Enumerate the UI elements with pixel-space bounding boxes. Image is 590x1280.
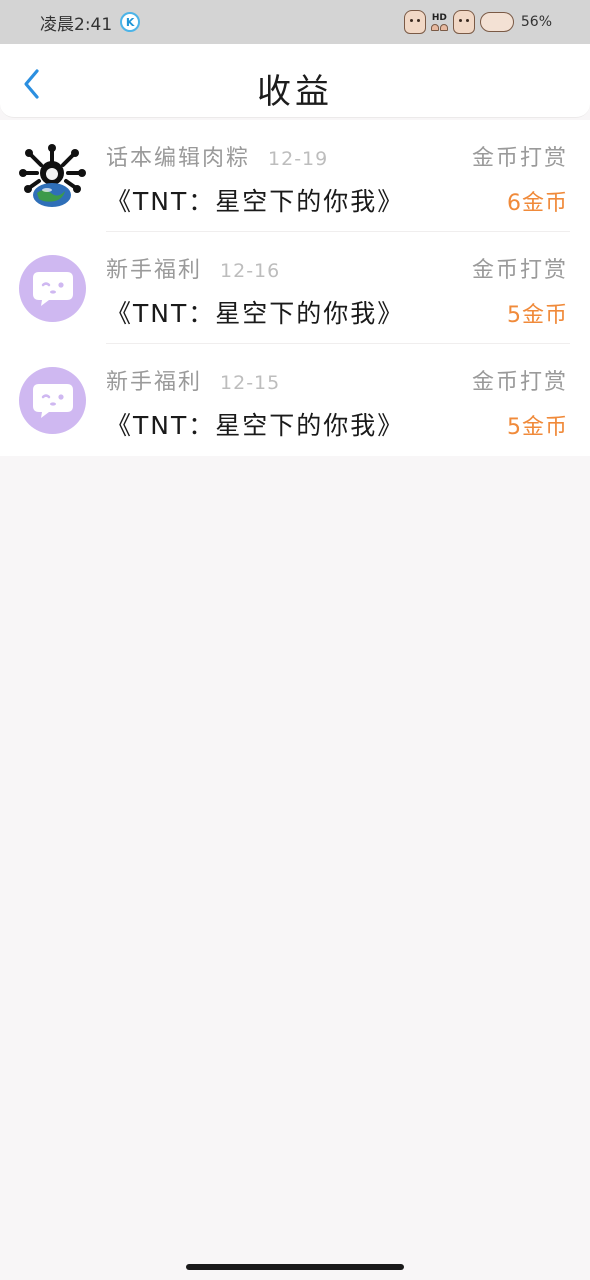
reward-type: 金币打赏 bbox=[471, 258, 568, 283]
earnings-list: 话本编辑肉粽 12-19 金币打赏 《TNT：星空下的你我》 6金币 新手福利 … bbox=[0, 120, 590, 456]
status-time: 凌晨2:41 bbox=[40, 14, 113, 35]
reward-type: 金币打赏 bbox=[471, 370, 568, 395]
signal-icon: HD bbox=[430, 12, 448, 31]
cat-sticker-icon bbox=[403, 10, 426, 34]
reward-date: 12-15 bbox=[220, 372, 281, 394]
reward-source: 新手福利 bbox=[106, 258, 203, 283]
wifi-sticker-icon bbox=[452, 10, 475, 34]
list-item-body: 话本编辑肉粽 12-19 金币打赏 《TNT：星空下的你我》 6金币 bbox=[106, 140, 568, 216]
book-title: 《TNT：星空下的你我》 bbox=[106, 299, 405, 328]
list-item[interactable]: 新手福利 12-16 金币打赏 《TNT：星空下的你我》 5金币 bbox=[0, 232, 590, 344]
chat-bubble-icon bbox=[32, 384, 73, 418]
home-indicator[interactable] bbox=[186, 1264, 404, 1270]
book-title: 《TNT：星空下的你我》 bbox=[106, 187, 405, 216]
status-right: HD 56% bbox=[403, 10, 552, 34]
reward-amount: 5金币 bbox=[507, 415, 568, 440]
battery-level: 56% bbox=[520, 14, 552, 30]
list-item-body: 新手福利 12-15 金币打赏 《TNT：星空下的你我》 5金币 bbox=[106, 364, 568, 440]
app-notification-icon: K bbox=[120, 12, 141, 32]
reward-type: 金币打赏 bbox=[471, 146, 568, 171]
chat-bubble-icon bbox=[32, 272, 73, 306]
list-item-body: 新手福利 12-16 金币打赏 《TNT：星空下的你我》 5金币 bbox=[106, 252, 568, 328]
status-left: 凌晨2:41 K bbox=[40, 10, 141, 35]
page-title: 收益 bbox=[257, 72, 333, 112]
chat-bubble-avatar bbox=[19, 254, 86, 322]
chat-bubble-avatar bbox=[19, 366, 86, 434]
page-header: 收益 bbox=[0, 44, 590, 118]
reward-amount: 5金币 bbox=[507, 303, 568, 328]
reward-amount: 6金币 bbox=[507, 191, 568, 216]
reward-source: 新手福利 bbox=[106, 370, 203, 395]
status-bar: 凌晨2:41 K HD 56% bbox=[0, 0, 590, 44]
planet-avatar-icon bbox=[19, 143, 86, 207]
reward-date: 12-16 bbox=[220, 260, 281, 282]
reward-date: 12-19 bbox=[268, 148, 329, 170]
list-item[interactable]: 话本编辑肉粽 12-19 金币打赏 《TNT：星空下的你我》 6金币 bbox=[0, 120, 590, 232]
book-title: 《TNT：星空下的你我》 bbox=[106, 411, 405, 440]
reward-source: 话本编辑肉粽 bbox=[106, 146, 251, 171]
list-item[interactable]: 新手福利 12-15 金币打赏 《TNT：星空下的你我》 5金币 bbox=[0, 344, 590, 456]
hd-label: HD bbox=[431, 12, 447, 23]
battery-icon bbox=[479, 12, 514, 32]
planet-avatar bbox=[19, 143, 86, 210]
